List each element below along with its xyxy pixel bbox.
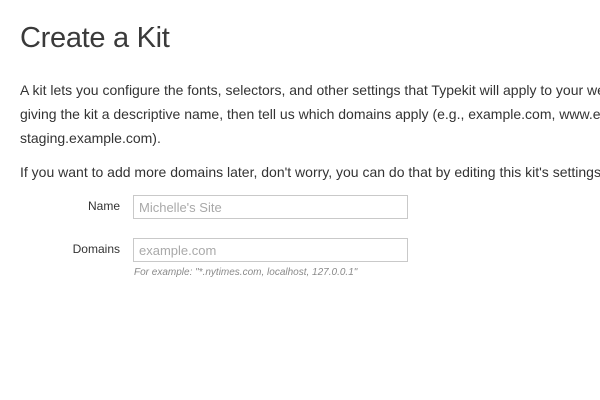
intro-line-1: A kit lets you configure the fonts, sele… bbox=[20, 82, 600, 98]
domains-label: Domains bbox=[72, 242, 120, 256]
name-label: Name bbox=[87, 199, 120, 213]
kit-domains-input[interactable] bbox=[133, 238, 408, 262]
domains-later-note: If you want to add more domains later, d… bbox=[20, 164, 600, 180]
intro-line-3: staging.example.com). bbox=[20, 130, 161, 146]
intro-paragraph: A kit lets you configure the fonts, sele… bbox=[20, 78, 600, 150]
kit-name-input[interactable] bbox=[133, 195, 408, 219]
domains-hint: For example: "*.nytimes.com, localhost, … bbox=[134, 267, 358, 278]
page-title: Create a Kit bbox=[20, 22, 170, 54]
intro-line-2: giving the kit a descriptive name, then … bbox=[20, 106, 600, 122]
